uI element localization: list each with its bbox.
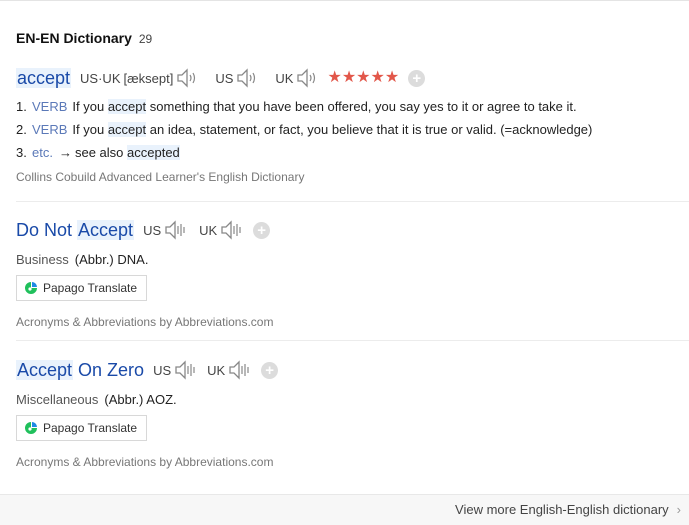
- headword-link[interactable]: Accept On Zero: [16, 359, 145, 381]
- sense-item: 2. VERB If you accept an idea, statement…: [16, 118, 676, 141]
- add-to-wordbook-button[interactable]: +: [253, 221, 271, 239]
- speaker-uk-icon[interactable]: [295, 68, 319, 88]
- divider: [16, 340, 689, 341]
- category-label: Miscellaneous: [16, 392, 99, 407]
- speaker-us-icon[interactable]: [173, 360, 197, 380]
- headword-part: Do Not: [16, 219, 78, 240]
- sense-text-pre: If you: [72, 99, 105, 114]
- pron-label-us: US: [143, 222, 162, 238]
- sense-text-post: an idea, statement, or fact, you believe…: [149, 122, 593, 137]
- dictionary-entry-do-not-accept: Do Not Accept US UK + Business (Abbr.) D…: [16, 218, 676, 329]
- sense-item: 3. etc. → see also accepted: [16, 141, 676, 164]
- add-to-wordbook-button[interactable]: +: [408, 69, 426, 87]
- sense-text-post: something that you have been offered, yo…: [149, 99, 577, 114]
- headword-link[interactable]: accept: [16, 67, 72, 89]
- speaker-us-icon[interactable]: [235, 68, 259, 88]
- view-more-bar: View more English-English dictionary ›: [0, 494, 689, 525]
- papago-label: Papago Translate: [43, 421, 138, 435]
- category-label: Business: [16, 252, 69, 267]
- papago-translate-button[interactable]: Papago Translate: [16, 415, 148, 441]
- headword-highlight: Accept: [16, 359, 74, 380]
- section-title: EN-EN Dictionary 29: [16, 30, 152, 46]
- view-more-label: View more English-English dictionary: [455, 502, 669, 517]
- pron-label-uk: UK: [199, 222, 218, 238]
- headword-link[interactable]: Do Not Accept: [16, 219, 135, 241]
- phonetic-text: [æksept]: [123, 70, 174, 86]
- headword-text: accept: [16, 67, 72, 88]
- sense-number: 2.: [16, 122, 27, 137]
- star-rating: ★★★★★: [327, 70, 400, 86]
- speaker-icon[interactable]: [175, 68, 199, 88]
- pron-label-us: US: [215, 70, 234, 86]
- arrow-right-icon: →: [58, 145, 72, 160]
- papago-logo-icon: [25, 422, 37, 434]
- divider: [16, 201, 689, 202]
- abbreviation-text: (Abbr.) DNA.: [74, 252, 149, 267]
- pron-label-uk: UK: [207, 362, 226, 378]
- view-more-link[interactable]: View more English-English dictionary ›: [455, 502, 681, 517]
- sense-number: 3.: [16, 145, 27, 160]
- pron-label-us: US: [153, 362, 172, 378]
- part-of-speech: VERB: [32, 122, 68, 137]
- headword-highlight: Accept: [77, 219, 135, 240]
- dictionary-entry-accept-on-zero: Accept On Zero US UK + Miscellaneous (Ab…: [16, 358, 676, 469]
- dictionary-source: Acronyms & Abbreviations by Abbreviation…: [16, 455, 274, 469]
- papago-logo-icon: [25, 282, 37, 294]
- sense-text-pre: see also: [74, 145, 124, 160]
- part-of-speech: VERB: [32, 99, 68, 114]
- part-of-speech: etc.: [32, 145, 53, 160]
- speaker-uk-icon[interactable]: [219, 220, 243, 240]
- dictionary-source: Acronyms & Abbreviations by Abbreviation…: [16, 315, 274, 329]
- sense-number: 1.: [16, 99, 27, 114]
- speaker-uk-icon[interactable]: [227, 360, 251, 380]
- pron-label-uk: UK: [275, 70, 294, 86]
- top-border: [0, 0, 689, 1]
- star-icon: ★★★★★: [327, 69, 400, 86]
- sense-text-pre: If you: [72, 122, 105, 137]
- pron-label-us-uk: US·UK: [80, 70, 121, 86]
- papago-translate-button[interactable]: Papago Translate: [16, 275, 148, 301]
- section-title-text: EN-EN Dictionary: [16, 30, 132, 46]
- abbreviation-text: (Abbr.) AOZ.: [104, 392, 177, 407]
- dictionary-entry-accept: accept US·UK [æksept] US UK ★★★★★ + 1. V…: [16, 66, 676, 184]
- sense-highlight: accept: [107, 122, 147, 137]
- see-also-link[interactable]: accepted: [127, 145, 180, 160]
- headword-part: On Zero: [73, 359, 145, 380]
- speaker-us-icon[interactable]: [163, 220, 187, 240]
- add-to-wordbook-button[interactable]: +: [261, 361, 279, 379]
- sense-item: 1. VERB If you accept something that you…: [16, 95, 676, 118]
- result-count: 29: [138, 32, 153, 46]
- chevron-right-icon: ›: [676, 502, 681, 517]
- dictionary-source: Collins Cobuild Advanced Learner's Engli…: [16, 170, 305, 184]
- papago-label: Papago Translate: [43, 281, 138, 295]
- sense-highlight: accept: [107, 99, 147, 114]
